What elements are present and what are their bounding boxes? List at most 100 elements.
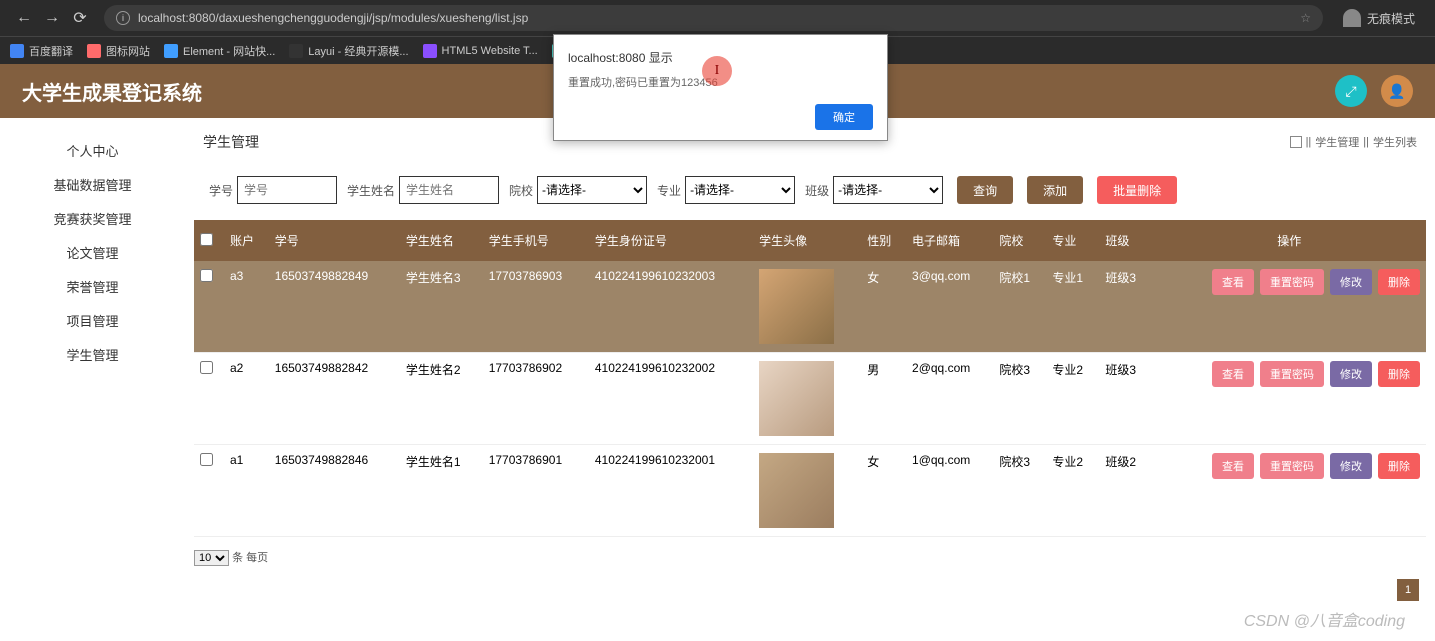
sidebar-item-competition[interactable]: 竞赛获奖管理: [0, 201, 185, 235]
cell-email: 2@qq.com: [906, 353, 993, 445]
row-checkbox[interactable]: [200, 361, 213, 374]
bookmark-item[interactable]: Element - 网站快...: [164, 43, 275, 59]
cell-xuehao: 16503749882846: [269, 445, 400, 537]
cell-class: 班级3: [1099, 261, 1152, 353]
row-checkbox[interactable]: [200, 269, 213, 282]
cell-class: 班级3: [1099, 353, 1152, 445]
annotation-marker: I: [702, 56, 732, 86]
page-size-select[interactable]: 10: [194, 550, 229, 566]
filter-bar: 学号 学生姓名 院校 -请选择- 专业 -请选择- 班级 -请选择- 查询 添加…: [185, 166, 1435, 214]
delete-button[interactable]: 删除: [1378, 269, 1420, 295]
user-icon[interactable]: 👤: [1381, 75, 1413, 107]
xuehao-input[interactable]: [237, 176, 337, 204]
bookmark-icon: [10, 44, 24, 58]
cell-class: 班级2: [1099, 445, 1152, 537]
sidebar-item-project[interactable]: 项目管理: [0, 303, 185, 337]
add-button[interactable]: 添加: [1027, 176, 1083, 204]
cell-xuehao: 16503749882842: [269, 353, 400, 445]
incognito-badge: 无痕模式: [1333, 9, 1425, 27]
school-select[interactable]: -请选择-: [537, 176, 647, 204]
sidebar: 个人中心 基础数据管理 竞赛获奖管理 论文管理 荣誉管理 项目管理 学生管理: [0, 118, 185, 641]
reload-icon[interactable]: ⟳: [66, 4, 94, 32]
alert-dialog: localhost:8080 显示 重置成功,密码已重置为123456 确定: [553, 34, 888, 141]
bookmark-item[interactable]: HTML5 Website T...: [423, 44, 538, 58]
bookmark-item[interactable]: 图标网站: [87, 43, 150, 59]
pagination: 1: [1397, 579, 1419, 601]
label-xuehao: 学号: [209, 182, 233, 199]
batch-delete-button[interactable]: 批量删除: [1097, 176, 1177, 204]
incognito-icon: [1343, 9, 1361, 27]
cell-phone: 17703786903: [483, 261, 589, 353]
reset-pwd-button[interactable]: 重置密码: [1260, 453, 1324, 479]
watermark: CSDN @八音盒coding: [1244, 607, 1405, 631]
bookmark-icon: [289, 44, 303, 58]
class-select[interactable]: -请选择-: [833, 176, 943, 204]
cell-name: 学生姓名3: [400, 261, 483, 353]
view-button[interactable]: 查看: [1212, 269, 1254, 295]
delete-button[interactable]: 删除: [1378, 453, 1420, 479]
edit-button[interactable]: 修改: [1330, 269, 1372, 295]
checkbox-all[interactable]: [200, 233, 213, 246]
home-icon[interactable]: [1290, 136, 1302, 148]
table-row: a3 16503749882849 学生姓名3 17703786903 4102…: [194, 261, 1426, 353]
sidebar-item-student[interactable]: 学生管理: [0, 337, 185, 371]
page-title: 学生管理: [203, 132, 259, 152]
table-row: a2 16503749882842 学生姓名2 17703786902 4102…: [194, 353, 1426, 445]
cell-account: a2: [224, 353, 269, 445]
cell-account: a1: [224, 445, 269, 537]
cell-school: 院校3: [993, 445, 1046, 537]
reset-pwd-button[interactable]: 重置密码: [1260, 269, 1324, 295]
url-text: localhost:8080/daxueshengchengguodengji/…: [138, 11, 528, 25]
search-button[interactable]: 查询: [957, 176, 1013, 204]
view-button[interactable]: 查看: [1212, 361, 1254, 387]
cell-gender: 男: [861, 353, 906, 445]
cell-idcard: 410224199610232001: [589, 445, 753, 537]
star-icon[interactable]: ☆: [1300, 11, 1311, 25]
browser-chrome: ← → ⟳ i localhost:8080/daxueshengchenggu…: [0, 0, 1435, 36]
cell-school: 院校3: [993, 353, 1046, 445]
reset-pwd-button[interactable]: 重置密码: [1260, 361, 1324, 387]
bookmark-icon: [87, 44, 101, 58]
cell-phone: 17703786901: [483, 445, 589, 537]
bookmark-icon: [164, 44, 178, 58]
sidebar-item-honor[interactable]: 荣誉管理: [0, 269, 185, 303]
incognito-label: 无痕模式: [1367, 10, 1415, 27]
fullscreen-icon[interactable]: ⤢: [1335, 75, 1367, 107]
sidebar-item-basedata[interactable]: 基础数据管理: [0, 167, 185, 201]
cell-email: 1@qq.com: [906, 445, 993, 537]
forward-icon[interactable]: →: [38, 4, 66, 32]
student-table: 账户 学号 学生姓名 学生手机号 学生身份证号 学生头像 性别 电子邮箱 院校 …: [194, 220, 1426, 537]
cell-xuehao: 16503749882849: [269, 261, 400, 353]
row-checkbox[interactable]: [200, 453, 213, 466]
page-1-button[interactable]: 1: [1397, 579, 1419, 601]
main-content: 学生管理 || 学生管理 || 学生列表 学号 学生姓名 院校 -请选择- 专业…: [185, 118, 1435, 641]
sidebar-item-personal[interactable]: 个人中心: [0, 133, 185, 167]
edit-button[interactable]: 修改: [1330, 361, 1372, 387]
cell-major: 专业2: [1046, 353, 1099, 445]
cell-account: a3: [224, 261, 269, 353]
url-bar[interactable]: i localhost:8080/daxueshengchengguodengj…: [104, 5, 1323, 31]
view-button[interactable]: 查看: [1212, 453, 1254, 479]
info-icon[interactable]: i: [116, 11, 130, 25]
back-icon[interactable]: ←: [10, 4, 38, 32]
bookmark-item[interactable]: 百度翻译: [10, 43, 73, 59]
major-select[interactable]: -请选择-: [685, 176, 795, 204]
table-row: a1 16503749882846 学生姓名1 17703786901 4102…: [194, 445, 1426, 537]
app-title: 大学生成果登记系统: [22, 77, 202, 106]
delete-button[interactable]: 删除: [1378, 361, 1420, 387]
cell-idcard: 410224199610232002: [589, 353, 753, 445]
cell-idcard: 410224199610232003: [589, 261, 753, 353]
sidebar-item-thesis[interactable]: 论文管理: [0, 235, 185, 269]
label-major: 专业: [657, 182, 681, 199]
alert-ok-button[interactable]: 确定: [815, 104, 873, 130]
bookmark-item[interactable]: Layui - 经典开源模...: [289, 43, 408, 59]
cell-gender: 女: [861, 445, 906, 537]
name-input[interactable]: [399, 176, 499, 204]
avatar: [759, 269, 834, 344]
page-size: 10 条 每页: [185, 543, 1435, 572]
edit-button[interactable]: 修改: [1330, 453, 1372, 479]
cell-name: 学生姓名1: [400, 445, 483, 537]
cell-name: 学生姓名2: [400, 353, 483, 445]
cell-major: 专业1: [1046, 261, 1099, 353]
breadcrumb: || 学生管理 || 学生列表: [1290, 134, 1417, 150]
